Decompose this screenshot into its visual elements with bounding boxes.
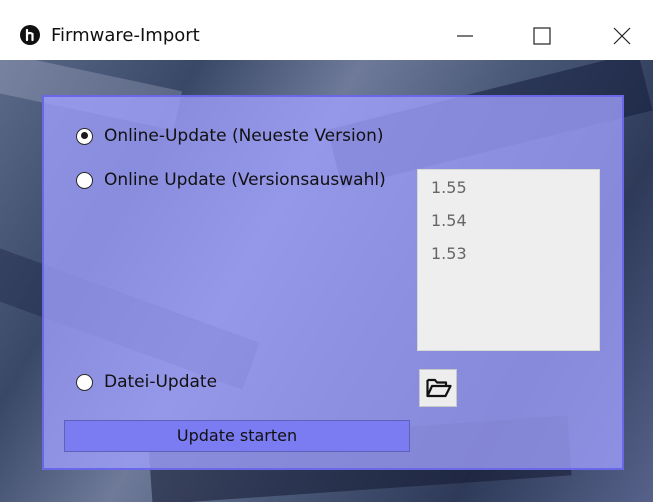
list-item[interactable]: 1.54 bbox=[418, 209, 599, 242]
firmware-import-window: Firmware-Import Online-Update (Neueste V… bbox=[0, 0, 653, 502]
update-panel: Online-Update (Neueste Version) Online U… bbox=[42, 95, 624, 470]
version-list[interactable]: 1.55 1.54 1.53 bbox=[417, 169, 600, 351]
window-title: Firmware-Import bbox=[51, 25, 200, 46]
radio-online-select[interactable]: Online Update (Versionsauswahl) bbox=[76, 169, 386, 191]
radio-button[interactable] bbox=[76, 171, 93, 189]
minimize-icon bbox=[457, 35, 473, 37]
close-icon bbox=[613, 27, 631, 45]
radio-file-update[interactable]: Datei-Update bbox=[76, 371, 217, 393]
radio-label: Online Update (Versionsauswahl) bbox=[104, 170, 386, 190]
list-item[interactable]: 1.53 bbox=[418, 242, 599, 275]
radio-label: Datei-Update bbox=[104, 372, 218, 392]
maximize-icon bbox=[533, 27, 551, 45]
folder-open-icon bbox=[426, 378, 452, 398]
browse-file-button[interactable] bbox=[419, 369, 457, 407]
list-item[interactable]: 1.55 bbox=[418, 176, 599, 209]
radio-label: Online-Update (Neueste Version) bbox=[104, 126, 384, 146]
radio-online-latest[interactable]: Online-Update (Neueste Version) bbox=[76, 125, 384, 147]
app-logo-icon bbox=[20, 25, 40, 45]
radio-button[interactable] bbox=[76, 373, 93, 391]
minimize-button[interactable] bbox=[440, 20, 490, 52]
start-update-button[interactable]: Update starten bbox=[64, 420, 410, 452]
title-bar[interactable]: Firmware-Import bbox=[0, 0, 653, 60]
close-button[interactable] bbox=[597, 20, 647, 52]
maximize-button[interactable] bbox=[517, 20, 567, 52]
radio-button-checked[interactable] bbox=[76, 127, 93, 145]
